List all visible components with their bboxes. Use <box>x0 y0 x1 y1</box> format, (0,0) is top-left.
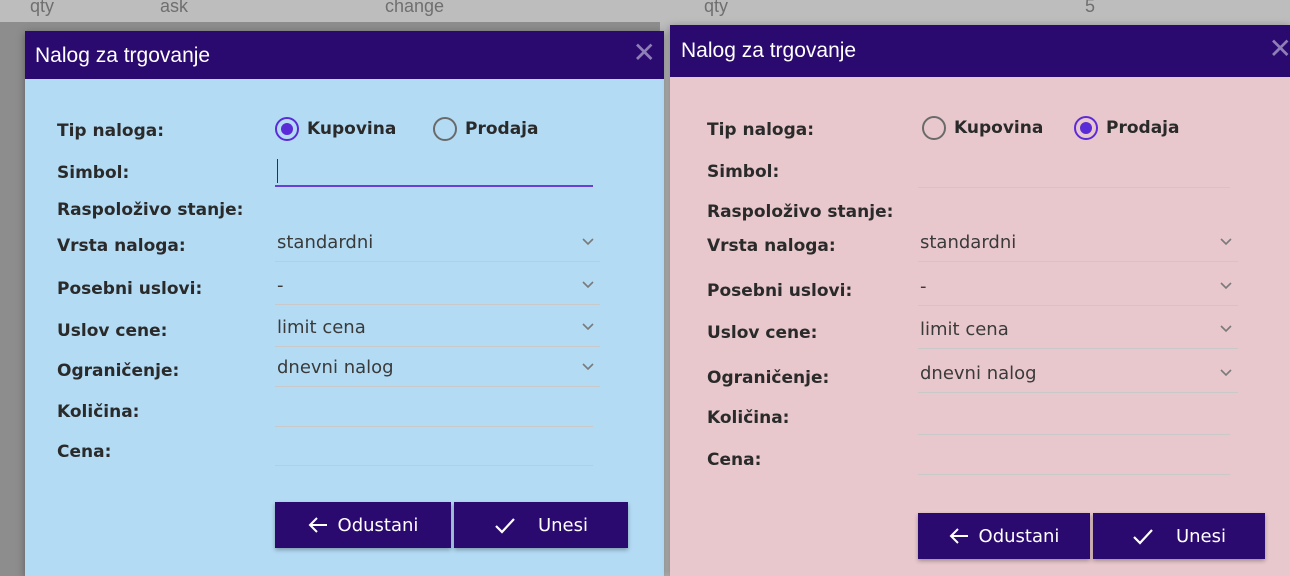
cancel-button[interactable]: Odustani <box>275 502 451 548</box>
label-price: Cena: <box>57 442 112 462</box>
check-icon <box>1133 529 1153 545</box>
chevron-down-icon <box>1220 369 1232 377</box>
symbol-input[interactable] <box>275 157 593 187</box>
quantity-input[interactable] <box>918 403 1230 435</box>
special-conditions-select[interactable]: - <box>275 272 600 305</box>
radio-label-kupovina: Kupovina <box>954 118 1044 138</box>
label-order-kind: Vrsta naloga: <box>707 236 836 256</box>
label-quantity: Količina: <box>57 402 140 422</box>
chevron-down-icon <box>1220 238 1232 246</box>
dialog-titlebar: Nalog za trgovanje ✕ <box>670 25 1290 77</box>
radio-selected-icon <box>275 117 299 141</box>
bg-column-qty: qty <box>30 0 55 16</box>
symbol-input[interactable] <box>918 156 1230 188</box>
arrow-left-icon <box>308 517 327 533</box>
background-table-strip-left: qty ask change <box>0 0 660 22</box>
price-condition-select[interactable]: limit cena <box>918 316 1238 349</box>
price-condition-select[interactable]: limit cena <box>275 314 600 347</box>
chevron-down-icon <box>582 238 594 246</box>
label-order-type: Tip naloga: <box>57 121 165 141</box>
restriction-select[interactable]: dnevni nalog <box>275 354 600 387</box>
radio-label-prodaja: Prodaja <box>1106 118 1180 138</box>
close-icon[interactable]: ✕ <box>1269 35 1290 63</box>
cancel-button-label: Odustani <box>337 514 419 536</box>
label-available-balance: Raspoloživo stanje: <box>707 202 894 222</box>
submit-button[interactable]: Unesi <box>454 502 628 548</box>
chevron-down-icon <box>582 323 594 331</box>
restriction-select[interactable]: dnevni nalog <box>918 360 1238 393</box>
radio-selected-icon <box>1074 116 1098 140</box>
label-quantity: Količina: <box>707 408 790 428</box>
label-order-kind: Vrsta naloga: <box>57 236 186 256</box>
label-symbol: Simbol: <box>57 163 130 183</box>
radio-unselected-icon <box>922 116 946 140</box>
dialog-title: Nalog za trgovanje <box>681 39 857 62</box>
label-price-condition: Uslov cene: <box>57 321 168 341</box>
order-dialog-buy: Nalog za trgovanje ✕ Tip naloga: Kupovin… <box>25 31 664 576</box>
label-special-conditions: Posebni uslovi: <box>707 281 853 301</box>
chevron-down-icon <box>582 281 594 289</box>
bg-cell-value: 5 <box>1085 0 1096 16</box>
submit-button[interactable]: Unesi <box>1093 513 1265 559</box>
bg-column-change: change <box>385 0 445 16</box>
restriction-value: dnevni nalog <box>920 363 1037 384</box>
chevron-down-icon <box>582 363 594 371</box>
radio-unselected-icon <box>433 117 457 141</box>
cancel-button-label: Odustani <box>978 525 1060 547</box>
order-kind-select[interactable]: standardni <box>275 229 600 262</box>
dialog-titlebar: Nalog za trgovanje ✕ <box>25 31 664 79</box>
quantity-input[interactable] <box>275 395 593 427</box>
dialog-title: Nalog za trgovanje <box>35 44 211 67</box>
background-table-strip-right: qty 5 <box>660 0 1290 22</box>
special-conditions-value: - <box>920 276 927 297</box>
label-symbol: Simbol: <box>707 162 780 182</box>
special-conditions-value: - <box>277 275 284 296</box>
price-condition-value: limit cena <box>277 317 366 338</box>
radio-label-prodaja: Prodaja <box>465 119 539 139</box>
radio-label-kupovina: Kupovina <box>307 119 397 139</box>
close-icon[interactable]: ✕ <box>633 39 656 67</box>
radio-kupovina[interactable]: Kupovina <box>275 117 396 141</box>
label-restriction: Ograničenje: <box>707 368 830 388</box>
radio-kupovina[interactable]: Kupovina <box>922 116 1043 140</box>
order-kind-value: standardni <box>277 232 374 253</box>
special-conditions-select[interactable]: - <box>918 273 1238 306</box>
restriction-value: dnevni nalog <box>277 357 394 378</box>
chevron-down-icon <box>1220 282 1232 290</box>
radio-prodaja[interactable]: Prodaja <box>433 117 538 141</box>
submit-button-label: Unesi <box>1175 525 1227 547</box>
label-available-balance: Raspoloživo stanje: <box>57 200 244 220</box>
bg-column-ask: ask <box>160 0 189 16</box>
chevron-down-icon <box>1220 325 1232 333</box>
bg-column-qty: qty <box>704 0 729 16</box>
order-kind-select[interactable]: standardni <box>918 229 1238 262</box>
text-caret <box>277 159 278 183</box>
label-order-type: Tip naloga: <box>707 120 815 140</box>
check-icon <box>495 518 515 534</box>
label-special-conditions: Posebni uslovi: <box>57 279 203 299</box>
label-price-condition: Uslov cene: <box>707 323 818 343</box>
order-dialog-sell: Nalog za trgovanje ✕ Tip naloga: Kupovin… <box>670 25 1290 576</box>
cancel-button[interactable]: Odustani <box>918 513 1090 559</box>
label-price: Cena: <box>707 450 762 470</box>
price-input[interactable] <box>275 435 593 466</box>
order-kind-value: standardni <box>920 232 1017 253</box>
price-condition-value: limit cena <box>920 319 1009 340</box>
price-input[interactable] <box>918 443 1230 475</box>
radio-prodaja[interactable]: Prodaja <box>1074 116 1179 140</box>
submit-button-label: Unesi <box>537 514 589 536</box>
label-restriction: Ograničenje: <box>57 361 180 381</box>
arrow-left-icon <box>949 528 968 544</box>
